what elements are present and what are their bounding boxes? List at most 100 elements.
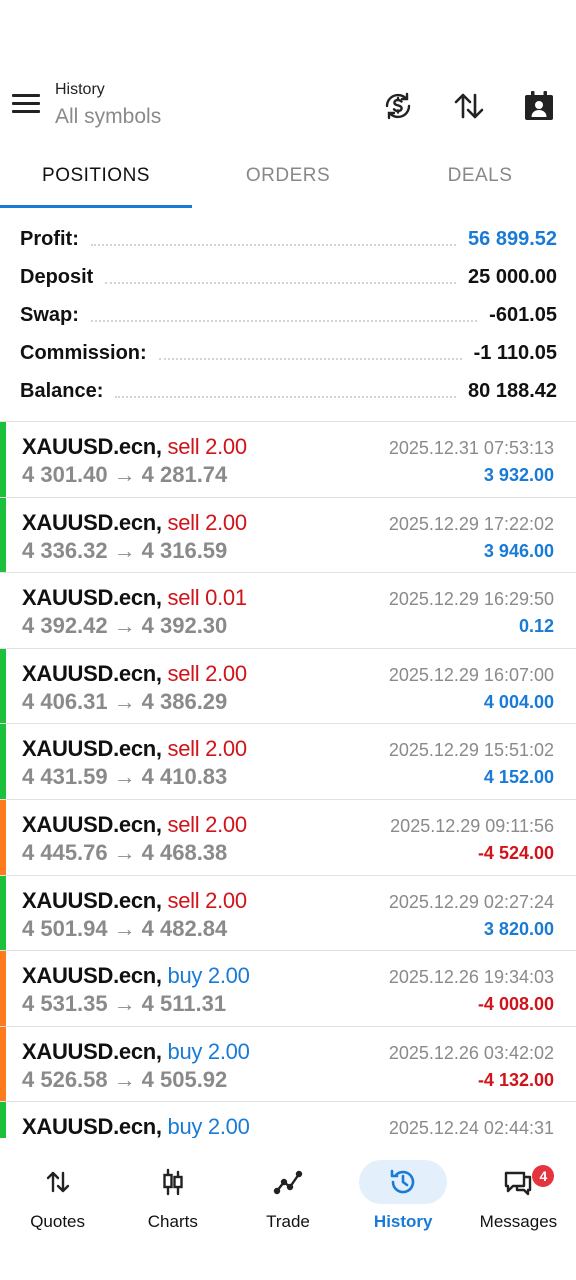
position-title: XAUUSD.ecn, sell 0.01 — [22, 585, 247, 611]
position-row[interactable]: XAUUSD.ecn, sell 2.00 4 301.40 → 4 281.74 … — [0, 422, 576, 498]
position-title: XAUUSD.ecn, sell 2.00 — [22, 812, 247, 838]
symbol-filter[interactable]: All symbols — [55, 102, 161, 132]
position-symbol: XAUUSD.ecn, — [22, 887, 162, 913]
position-title: XAUUSD.ecn, sell 2.00 — [22, 510, 247, 536]
position-row[interactable]: XAUUSD.ecn, buy 2.00 4 526.58 → 4 505.92 2… — [0, 1026, 576, 1103]
swap-label: Swap: — [20, 303, 79, 326]
commission-label: Commission: — [20, 341, 147, 364]
position-symbol: XAUUSD.ecn, — [22, 1114, 162, 1138]
position-symbol: XAUUSD.ecn, — [22, 585, 162, 611]
symbol-selector[interactable]: History All symbols — [55, 80, 161, 132]
deposit-value: 25 000.00 — [468, 265, 557, 288]
position-time: 2025.12.29 16:07:00 — [388, 664, 554, 685]
arrow-right-icon: → — [113, 688, 136, 714]
nav-trade[interactable]: Trade — [230, 1140, 345, 1280]
summary-commission-row: Commission: -1 110.05 — [20, 334, 557, 372]
position-time: 2025.12.31 07:53:13 — [388, 438, 554, 458]
profit-label: Profit: — [20, 227, 79, 250]
close-price: 4 281.74 — [141, 462, 228, 487]
open-price: 4 392.42 — [22, 613, 108, 639]
close-price: 4 511.31 — [141, 991, 227, 1017]
close-price: 4 505.92 — [141, 1066, 228, 1092]
tab-orders[interactable]: ORDERS — [192, 150, 384, 208]
close-price: 4 482.84 — [141, 915, 228, 941]
result-indicator-bar — [0, 573, 6, 648]
nav-messages-label: Messages — [479, 1212, 558, 1231]
position-row[interactable]: XAUUSD.ecn, buy 2.00 4 531.35 → 4 511.31 2… — [0, 951, 576, 1027]
currency-exchange-icon[interactable] — [378, 86, 418, 126]
position-side-lots: sell 2.00 — [167, 434, 248, 459]
position-side-lots: sell 0.01 — [167, 585, 248, 611]
result-indicator-bar — [0, 1102, 6, 1138]
summary-swap-row: Swap: -601.05 — [20, 296, 557, 334]
open-price: 4 531.35 — [22, 991, 108, 1017]
result-indicator-bar — [0, 799, 6, 875]
position-row[interactable]: XAUUSD.ecn, sell 2.00 4 445.76 → 4 468.38 … — [0, 799, 576, 876]
position-prices: 4 392.42 → 4 392.30 — [22, 613, 227, 639]
result-indicator-bar — [0, 422, 6, 497]
arrow-right-icon: → — [113, 764, 136, 790]
position-symbol: XAUUSD.ecn, — [22, 1038, 162, 1064]
position-row[interactable]: XAUUSD.ecn, sell 2.00 4 406.31 → 4 386.29 … — [0, 648, 576, 725]
position-side-lots: sell 2.00 — [167, 811, 248, 837]
position-side-lots: sell 2.00 — [167, 736, 248, 762]
result-indicator-bar — [0, 1026, 6, 1102]
deposit-label: Deposit — [20, 265, 94, 288]
position-time: 2025.12.29 02:27:24 — [388, 891, 554, 912]
history-icon — [359, 1160, 448, 1204]
bottom-navigation: Quotes Charts Trade History 4 Messages — [0, 1140, 576, 1280]
position-symbol: XAUUSD.ecn, — [22, 660, 162, 686]
page-title: History — [55, 81, 105, 98]
calendar-icon[interactable] — [519, 86, 559, 126]
nav-quotes[interactable]: Quotes — [0, 1140, 115, 1280]
sort-icon[interactable] — [449, 86, 489, 126]
position-row[interactable]: XAUUSD.ecn, sell 0.01 4 392.42 → 4 392.30 … — [0, 573, 576, 649]
dotted-leader — [115, 396, 457, 398]
hamburger-icon-line — [12, 94, 40, 97]
position-title: XAUUSD.ecn, sell 2.00 — [22, 736, 247, 762]
commission-value: -1 110.05 — [473, 341, 557, 364]
close-price: 4 392.30 — [141, 613, 228, 639]
position-side-lots: sell 2.00 — [167, 509, 248, 535]
position-title: XAUUSD.ecn, buy 2.00 — [22, 1114, 250, 1138]
messages-icon: 4 — [474, 1160, 562, 1204]
profit-value: 56 899.52 — [468, 227, 557, 250]
dotted-leader — [158, 358, 462, 360]
position-title: XAUUSD.ecn, buy 2.00 — [22, 1039, 250, 1065]
close-price: 4 410.83 — [141, 764, 228, 790]
arrow-right-icon: → — [113, 915, 136, 941]
position-row[interactable]: XAUUSD.ecn, buy 2.00 2025.12.24 02:44:31 — [0, 1102, 576, 1138]
position-symbol: XAUUSD.ecn, — [22, 434, 162, 459]
nav-charts[interactable]: Charts — [115, 1140, 230, 1280]
balance-value: 80 188.42 — [468, 379, 557, 402]
result-indicator-bar — [0, 648, 6, 724]
position-row[interactable]: XAUUSD.ecn, sell 2.00 4 501.94 → 4 482.84 … — [0, 875, 576, 952]
position-side-lots: buy 2.00 — [167, 1114, 250, 1138]
position-profit: -4 008.00 — [477, 994, 554, 1015]
position-time: 2025.12.26 03:42:02 — [388, 1042, 554, 1063]
open-price: 4 301.40 — [22, 462, 108, 487]
position-side-lots: buy 2.00 — [167, 963, 250, 989]
position-title: XAUUSD.ecn, sell 2.00 — [22, 661, 247, 687]
position-profit: 0.12 — [518, 616, 554, 637]
position-prices: 4 406.31 → 4 386.29 — [22, 689, 227, 715]
hamburger-icon-line — [12, 110, 40, 113]
position-prices: 4 501.94 → 4 482.84 — [22, 916, 227, 942]
nav-history[interactable]: History — [346, 1140, 461, 1280]
menu-button[interactable] — [12, 94, 42, 118]
position-row[interactable]: XAUUSD.ecn, sell 2.00 4 431.59 → 4 410.83 … — [0, 724, 576, 800]
tab-deals[interactable]: DEALS — [384, 150, 576, 208]
balance-label: Balance: — [20, 379, 104, 402]
positions-list[interactable]: XAUUSD.ecn, sell 2.00 4 301.40 → 4 281.74 … — [0, 422, 576, 1138]
position-row[interactable]: XAUUSD.ecn, sell 2.00 4 336.32 → 4 316.59 … — [0, 497, 576, 574]
result-indicator-bar — [0, 497, 6, 573]
open-price: 4 431.59 — [22, 764, 108, 790]
position-prices: 4 445.76 → 4 468.38 — [22, 840, 227, 866]
tab-positions[interactable]: POSITIONS — [0, 150, 192, 208]
position-time: 2025.12.24 02:44:31 — [388, 1118, 554, 1138]
position-symbol: XAUUSD.ecn, — [22, 509, 162, 535]
nav-messages[interactable]: 4 Messages — [461, 1140, 576, 1280]
position-profit: 4 152.00 — [483, 767, 554, 788]
position-time: 2025.12.29 17:22:02 — [388, 513, 554, 534]
arrow-right-icon: → — [113, 839, 136, 865]
